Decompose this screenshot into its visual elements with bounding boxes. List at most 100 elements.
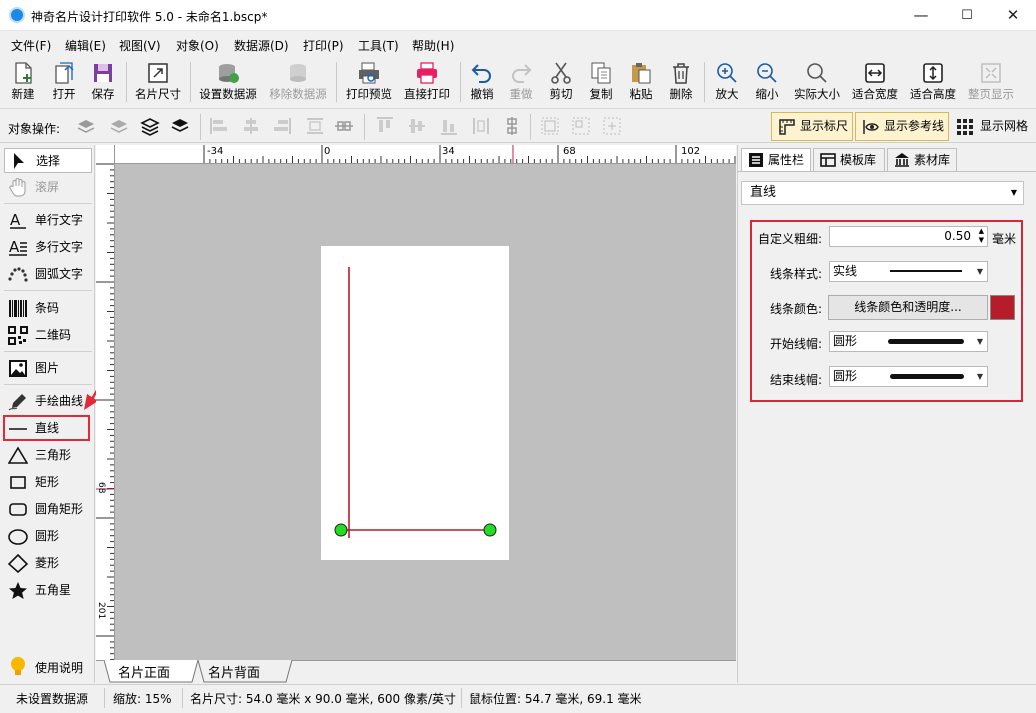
same-height-icon[interactable]	[502, 116, 522, 136]
align-top-icon[interactable]	[375, 116, 395, 136]
print-preview-button[interactable]: 打印预览	[342, 59, 396, 107]
show-grid-toggle[interactable]: 显示网格	[953, 112, 1033, 141]
open-button[interactable]: 打开	[47, 59, 81, 107]
menu-view[interactable]: 视图(V)	[119, 37, 161, 54]
menu-print[interactable]: 打印(P)	[303, 37, 344, 54]
line-style-label: 线条样式:	[769, 267, 822, 281]
tab-card-back[interactable]: 名片背面	[208, 662, 260, 681]
align-right-icon[interactable]	[272, 116, 292, 136]
ops-separator	[200, 114, 201, 140]
lock-icon[interactable]	[602, 116, 622, 136]
tab-assets[interactable]: 素材库	[887, 148, 957, 171]
menu-file[interactable]: 文件(F)	[11, 37, 51, 54]
open-icon	[52, 61, 76, 85]
set-datasource-button[interactable]: 设置数据源	[196, 59, 260, 107]
chevron-down-icon: ▼	[976, 372, 983, 381]
tool-star[interactable]: 五角星	[4, 578, 92, 603]
tool-ellipse[interactable]: 圆形	[4, 524, 92, 549]
status-card-size: 名片尺寸: 54.0 毫米 x 90.0 毫米, 600 像素/英寸	[190, 692, 457, 706]
minimize-button[interactable]: —	[898, 0, 944, 31]
tab-card-front[interactable]: 名片正面	[118, 662, 170, 681]
status-datasource: 未设置数据源	[16, 692, 89, 706]
align-left-icon[interactable]	[209, 116, 229, 136]
zoom-in-button[interactable]: 放大	[710, 59, 744, 107]
bring-forward-icon[interactable]	[76, 116, 96, 136]
vertical-ruler: 68 201	[96, 164, 115, 660]
redo-button[interactable]: 重做	[504, 59, 538, 107]
card-size-button[interactable]: 名片尺寸	[131, 59, 185, 107]
paste-button[interactable]: 粘贴	[624, 59, 658, 107]
tool-scroll[interactable]: 滚屏	[4, 175, 92, 200]
end-cap-select[interactable]: 圆形 ▼	[829, 366, 988, 387]
delete-button[interactable]: 删除	[664, 59, 698, 107]
align-middle-icon[interactable]	[407, 116, 427, 136]
line-width-input[interactable]: 0.50 ▲ ▼	[829, 226, 988, 247]
tool-diamond[interactable]: 菱形	[4, 551, 92, 576]
object-type-select[interactable]: 直线 ▼	[741, 181, 1024, 205]
tool-select[interactable]: 选择	[4, 148, 92, 173]
end-cap-label: 结束线帽:	[769, 373, 822, 387]
show-ruler-toggle[interactable]: 显示标尺	[771, 112, 853, 141]
copy-button[interactable]: 复制	[584, 59, 618, 107]
line-color-swatch[interactable]	[990, 295, 1015, 320]
fit-width-button[interactable]: 适合宽度	[848, 59, 902, 107]
tool-image[interactable]: 图片	[4, 356, 92, 381]
database-icon	[216, 61, 240, 85]
save-button[interactable]: 保存	[86, 59, 120, 107]
status-separator	[104, 688, 105, 708]
tool-single-text[interactable]: A 单行文字	[4, 208, 92, 233]
tool-rectangle[interactable]: 矩形	[4, 470, 92, 495]
tool-freehand[interactable]: 手绘曲线	[4, 389, 92, 414]
undo-button[interactable]: 撤销	[465, 59, 499, 107]
same-width-icon[interactable]	[471, 116, 491, 136]
zoom-out-button[interactable]: 缩小	[750, 59, 784, 107]
tool-qrcode[interactable]: 二维码	[4, 323, 92, 348]
tool-separator	[4, 351, 92, 352]
line-color-button[interactable]: 线条颜色和透明度...	[828, 295, 988, 320]
align-bottom-icon[interactable]	[439, 116, 459, 136]
cut-button[interactable]: 剪切	[544, 59, 578, 107]
menu-datasource[interactable]: 数据源(D)	[234, 37, 289, 54]
print-button[interactable]: 直接打印	[400, 59, 454, 107]
ungroup-icon[interactable]	[571, 116, 591, 136]
ruler-corner	[96, 145, 115, 164]
help-guide-button[interactable]: 使用说明	[4, 656, 92, 681]
spinner-icon[interactable]: ▲ ▼	[979, 227, 984, 245]
paste-icon	[629, 61, 653, 85]
line-tool-highlight	[3, 415, 90, 441]
align-center-icon[interactable]	[241, 116, 261, 136]
send-to-back-icon[interactable]	[170, 116, 190, 136]
fit-height-button[interactable]: 适合高度	[906, 59, 960, 107]
menu-edit[interactable]: 编辑(E)	[65, 37, 106, 54]
pointer-icon	[9, 152, 29, 171]
remove-datasource-button[interactable]: 移除数据源	[265, 59, 331, 107]
diamond-icon	[7, 553, 29, 574]
distribute-vertical-icon[interactable]	[334, 116, 354, 136]
full-page-button[interactable]: 整页显示	[964, 59, 1018, 107]
group-icon[interactable]	[540, 116, 560, 136]
show-guides-toggle[interactable]: 显示参考线	[855, 112, 949, 141]
line-end-handle	[483, 523, 497, 537]
start-cap-select[interactable]: 圆形 ▼	[829, 331, 988, 352]
maximize-button[interactable]: ☐	[944, 0, 990, 31]
menu-help[interactable]: 帮助(H)	[412, 37, 454, 54]
send-backward-icon[interactable]	[109, 116, 129, 136]
distribute-horizontal-icon[interactable]	[305, 116, 325, 136]
bring-to-front-icon[interactable]	[140, 116, 160, 136]
new-button[interactable]: 新建	[6, 59, 40, 107]
tool-triangle[interactable]: 三角形	[4, 443, 92, 468]
tool-multi-text[interactable]: A 多行文字	[4, 235, 92, 260]
tool-rounded-rectangle[interactable]: 圆角矩形	[4, 497, 92, 522]
close-button[interactable]: ✕	[990, 0, 1036, 31]
tool-arc-text[interactable]: 圆弧文字	[4, 262, 92, 287]
menu-tools[interactable]: 工具(T)	[358, 37, 399, 54]
line-color-label: 线条颜色:	[769, 302, 822, 316]
actual-size-button[interactable]: 实际大小	[790, 59, 844, 107]
tab-properties[interactable]: 属性栏	[741, 148, 811, 171]
horizontal-ruler: -34 0 34 68 102	[96, 145, 736, 164]
line-style-select[interactable]: 实线 ▼	[829, 261, 988, 282]
tab-templates[interactable]: 模板库	[813, 148, 885, 171]
tool-barcode[interactable]: 条码	[4, 296, 92, 321]
menu-object[interactable]: 对象(O)	[176, 37, 219, 54]
full-page-icon	[979, 61, 1003, 85]
